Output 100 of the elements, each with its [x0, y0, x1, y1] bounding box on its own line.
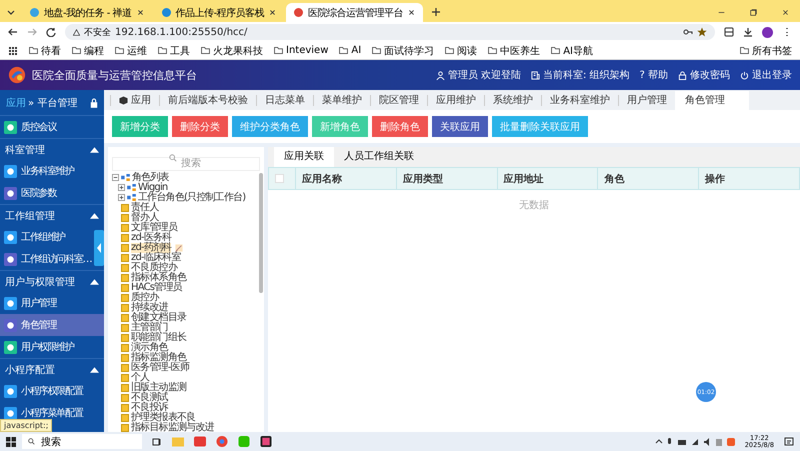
- expand-icon[interactable]: [118, 184, 125, 191]
- nav-tab[interactable]: 应用维护: [427, 94, 484, 106]
- bookmark[interactable]: 编程: [72, 44, 104, 58]
- collapse-handle[interactable]: [94, 230, 104, 266]
- bookmark[interactable]: 阅读: [445, 44, 478, 58]
- sidebar-item[interactable]: 工作组维护: [0, 226, 94, 248]
- tree-node[interactable]: 责任人: [131, 202, 159, 212]
- header-link[interactable]: 退出登录: [740, 68, 792, 82]
- tray-icons-drawing[interactable]: [654, 436, 735, 446]
- tree-node[interactable]: 不良测试: [131, 392, 168, 402]
- action-button[interactable]: 关联应用: [432, 116, 488, 137]
- scrollbar[interactable]: [259, 173, 263, 293]
- tree-node[interactable]: 职能部门组长: [131, 332, 186, 342]
- browser-tab[interactable]: 医院综合运营管理平台: [286, 3, 424, 22]
- sidebar-item[interactable]: 用户权限维护: [0, 336, 94, 358]
- start-icon[interactable]: [6, 436, 16, 446]
- bookmark[interactable]: Inteview: [274, 45, 328, 56]
- editor-icon[interactable]: [260, 436, 272, 447]
- collapse-icon[interactable]: [112, 174, 119, 181]
- sidebar-item[interactable]: 小程序权限配置: [0, 380, 94, 402]
- bookmark[interactable]: 中医养生: [488, 44, 540, 58]
- extensions-icon[interactable]: [724, 27, 734, 37]
- search-field[interactable]: 搜索: [112, 156, 260, 170]
- tree-node[interactable]: 角色列表: [132, 172, 169, 182]
- tree-node[interactable]: 指标体系角色: [131, 272, 186, 282]
- url-text[interactable]: 192.168.1.100:25550/hcc/: [115, 26, 248, 38]
- nav-tab[interactable]: 业务科室维护: [541, 94, 618, 106]
- tree-node[interactable]: 工作台角色(只控制工作台): [138, 192, 246, 202]
- tree-node[interactable]: zd-临床科室: [131, 252, 181, 262]
- avatar-icon[interactable]: [762, 26, 773, 38]
- tree-node[interactable]: 督办人: [131, 212, 159, 222]
- browser-icon[interactable]: [216, 436, 228, 447]
- nav-tab[interactable]: 角色管理: [675, 90, 749, 110]
- download-icon[interactable]: [743, 27, 753, 37]
- tree-node[interactable]: 质控办: [131, 292, 159, 302]
- lock-icon[interactable]: [90, 98, 98, 108]
- tree-node[interactable]: 指标监测角色: [131, 352, 186, 362]
- apps-icon[interactable]: [8, 46, 18, 56]
- restore-icon[interactable]: [750, 8, 756, 16]
- browser-tab[interactable]: 地盘-我的任务 - 禅道: [22, 3, 152, 22]
- search-field[interactable]: 搜索: [22, 434, 142, 449]
- sidebar-item[interactable]: 医院参数: [0, 182, 94, 204]
- edit-icon[interactable]: [175, 244, 184, 252]
- close-icon[interactable]: [269, 9, 276, 16]
- task-view-icon[interactable]: [152, 436, 162, 446]
- sidebar-item[interactable]: 工作组访问科室…: [0, 248, 94, 270]
- nav-tab[interactable]: 菜单维护: [313, 94, 370, 106]
- back-icon[interactable]: [8, 27, 18, 37]
- close-icon[interactable]: [136, 9, 144, 16]
- tree-node[interactable]: 个人: [131, 372, 150, 382]
- star-icon[interactable]: [697, 27, 707, 37]
- nav-tab[interactable]: 系统维护: [484, 94, 541, 106]
- bookmark[interactable]: 面试待学习: [372, 44, 434, 58]
- checkbox[interactable]: [275, 174, 284, 183]
- tree-node[interactable]: 文库管理员: [131, 222, 178, 232]
- tree-node[interactable]: HACs管理员: [131, 282, 182, 292]
- nav-tab[interactable]: 应用: [110, 94, 159, 106]
- tree-node[interactable]: 护理类报表不良: [131, 412, 196, 422]
- bookmark[interactable]: 工具: [158, 44, 190, 58]
- tree-node[interactable]: 不良投诉: [131, 402, 168, 412]
- detail-tab[interactable]: 应用关联: [274, 147, 334, 167]
- notification-icon[interactable]: [784, 436, 794, 446]
- close-icon[interactable]: [782, 8, 788, 16]
- nav-tab[interactable]: 前后端版本号校验: [159, 94, 256, 106]
- all-bookmarks[interactable]: 所有书签: [740, 44, 792, 58]
- header-link[interactable]: 管理员 欢迎登陆: [436, 68, 521, 82]
- key-icon[interactable]: [683, 27, 693, 37]
- nav-tab[interactable]: 院区管理: [370, 94, 427, 106]
- sidebar-item[interactable]: 业务科室维护: [0, 160, 94, 182]
- tree-node[interactable]: 不良质控办: [131, 262, 178, 272]
- bookmark[interactable]: AI: [339, 45, 362, 56]
- bookmark[interactable]: 运维: [115, 44, 147, 58]
- sidebar-item[interactable]: 角色管理: [0, 314, 104, 336]
- tree-node[interactable]: 演示角色: [131, 342, 168, 352]
- bookmark[interactable]: 火龙果科技: [201, 44, 263, 58]
- app-link[interactable]: 应用: [6, 96, 26, 110]
- close-icon[interactable]: [408, 9, 416, 16]
- tree-node[interactable]: zd-医务科: [131, 232, 172, 242]
- tree-node[interactable]: 医务管理-医师: [131, 362, 190, 372]
- security-label[interactable]: 不安全: [84, 26, 111, 38]
- tree-node[interactable]: 创建文档目录: [131, 312, 186, 322]
- new-tab-icon[interactable]: [431, 7, 442, 17]
- nav-tab[interactable]: 日志菜单: [256, 94, 313, 106]
- detail-tab[interactable]: 人员工作组关联: [334, 147, 424, 167]
- tree-node[interactable]: 旧版主动监测: [131, 382, 186, 392]
- tree-node[interactable]: 主管部门: [131, 322, 168, 332]
- document-icon[interactable]: [194, 436, 206, 447]
- sidebar-item[interactable]: 质控会议: [0, 116, 94, 138]
- header-link[interactable]: ? 帮助: [640, 68, 668, 82]
- tree-node[interactable]: 持续改进: [131, 302, 168, 312]
- tree-node[interactable]: 指标目标监测与改进: [131, 422, 214, 432]
- browser-tab[interactable]: 作品上传-程序员客栈: [154, 3, 284, 22]
- expand-icon[interactable]: [118, 194, 125, 201]
- bookmark[interactable]: 待看: [29, 44, 61, 58]
- header-link[interactable]: 修改密码: [678, 68, 730, 82]
- tree-node[interactable]: zd-药剂科: [131, 242, 172, 252]
- tree-node[interactable]: Wiggin: [138, 182, 168, 192]
- header-link[interactable]: 当前科室: 组织架构: [530, 68, 630, 82]
- bookmark[interactable]: AI导航: [551, 44, 593, 58]
- sidebar-item[interactable]: 用户管理: [0, 292, 94, 314]
